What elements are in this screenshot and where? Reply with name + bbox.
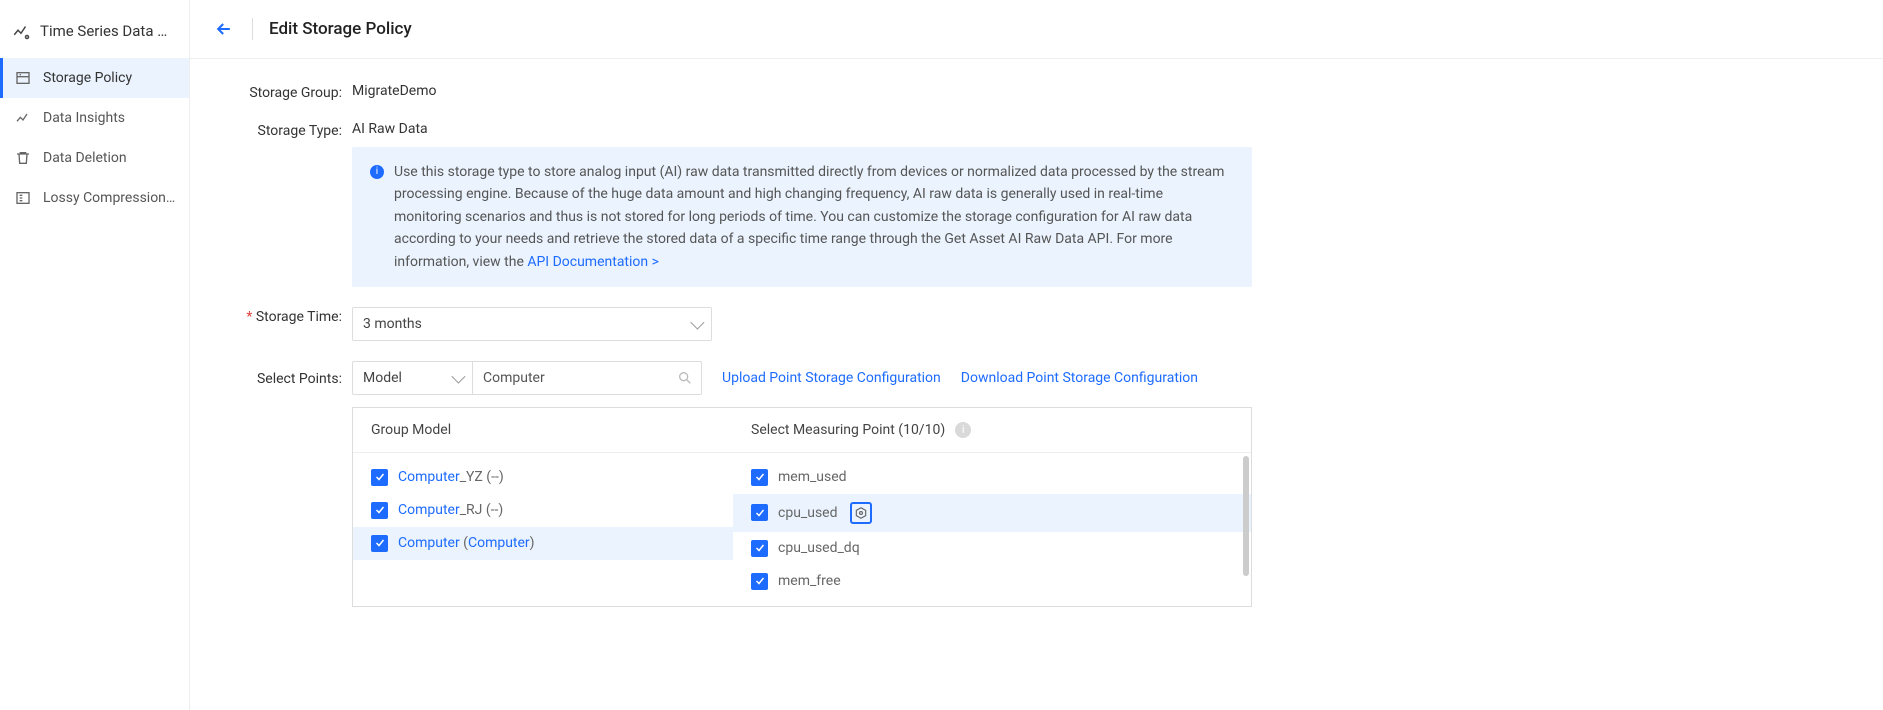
info-circle-icon[interactable]: i (955, 422, 971, 438)
checkbox[interactable] (751, 504, 768, 521)
search-icon (677, 370, 693, 386)
sidebar-title-text: Time Series Data … (40, 22, 167, 40)
label-storage-time: Storage Time: (222, 307, 342, 325)
sidebar-item-lossy-compression[interactable]: Lossy Compression… (0, 178, 189, 218)
point-label: cpu_used (778, 505, 838, 521)
model-list: Computer_YZ (--) Computer_RJ (--) Comput… (353, 453, 733, 606)
value-storage-group: MigrateDemo (352, 83, 1851, 99)
model-row[interactable]: Computer_RJ (--) (353, 494, 733, 527)
scrollbar[interactable] (1243, 456, 1249, 576)
info-text: Use this storage type to store analog in… (394, 164, 1224, 270)
header-group-model: Group Model (353, 408, 733, 452)
model-search-input[interactable]: Computer (472, 361, 702, 395)
sidebar-title: Time Series Data … (0, 16, 189, 58)
label-spacer (222, 147, 342, 149)
header-measuring-point: Select Measuring Point (10/10) i (733, 408, 1251, 452)
checkbox[interactable] (371, 502, 388, 519)
storage-time-select[interactable]: 3 months (352, 307, 712, 341)
model-label: Computer_YZ (--) (398, 469, 504, 485)
topbar: Edit Storage Policy (190, 0, 1883, 59)
gear-badge[interactable] (850, 502, 872, 524)
points-container: Group Model Select Measuring Point (10/1… (352, 407, 1252, 607)
storage-time-value: 3 months (363, 316, 422, 332)
sidebar-item-label: Storage Policy (43, 70, 132, 86)
model-label: Computer_RJ (--) (398, 502, 503, 518)
model-row[interactable]: Computer_YZ (--) (353, 461, 733, 494)
chevron-down-icon (690, 315, 704, 329)
sidebar-item-data-insights[interactable]: Data Insights (0, 98, 189, 138)
sidebar-item-label: Lossy Compression… (43, 190, 175, 206)
back-button[interactable] (214, 19, 234, 39)
model-label: Computer (Computer) (398, 535, 535, 551)
divider (252, 18, 253, 40)
value-storage-type: AI Raw Data (352, 121, 1851, 137)
info-text-wrap: Use this storage type to store analog in… (394, 161, 1234, 273)
page-title: Edit Storage Policy (269, 19, 412, 39)
point-row[interactable]: mem_free (733, 565, 1251, 598)
header-measuring-point-text: Select Measuring Point (10/10) (751, 422, 945, 438)
upload-config-link[interactable]: Upload Point Storage Configuration (722, 370, 941, 386)
sidebar: Time Series Data … Storage Policy Data I… (0, 0, 190, 710)
points-header: Group Model Select Measuring Point (10/1… (353, 408, 1251, 453)
compression-icon (15, 190, 31, 206)
model-select-value: Model (363, 370, 402, 386)
main: Edit Storage Policy Storage Group: Migra… (190, 0, 1883, 710)
content: Storage Group: MigrateDemo Storage Type:… (190, 59, 1883, 647)
label-select-points: Select Points: (222, 369, 342, 387)
api-docs-link[interactable]: API Documentation > (527, 254, 659, 270)
sidebar-item-storage-policy[interactable]: Storage Policy (0, 58, 189, 98)
sidebar-item-label: Data Insights (43, 110, 125, 126)
checkbox[interactable] (751, 573, 768, 590)
row-select-points: Select Points: Model Computer Upload Poi… (222, 361, 1851, 395)
row-info: i Use this storage type to store analog … (222, 147, 1851, 287)
row-storage-type: Storage Type: AI Raw Data (222, 121, 1851, 139)
deletion-icon (15, 150, 31, 166)
timeseries-icon (12, 22, 30, 40)
checkbox[interactable] (371, 535, 388, 552)
checkbox[interactable] (751, 540, 768, 557)
info-icon: i (370, 165, 384, 179)
point-row-hover[interactable]: cpu_used (733, 494, 1251, 532)
info-box: i Use this storage type to store analog … (352, 147, 1252, 287)
download-config-link[interactable]: Download Point Storage Configuration (961, 370, 1198, 386)
points-body: Computer_YZ (--) Computer_RJ (--) Comput… (353, 453, 1251, 606)
checkbox[interactable] (371, 469, 388, 486)
checkbox[interactable] (751, 469, 768, 486)
row-storage-time: Storage Time: 3 months (222, 307, 1851, 341)
sidebar-item-data-deletion[interactable]: Data Deletion (0, 138, 189, 178)
point-label: mem_used (778, 469, 847, 485)
points-list: mem_used cpu_used cpu_used_dq (733, 453, 1251, 606)
row-storage-group: Storage Group: MigrateDemo (222, 83, 1851, 101)
storage-icon (15, 70, 31, 86)
point-label: cpu_used_dq (778, 540, 860, 556)
model-row-selected[interactable]: Computer (Computer) (353, 527, 733, 560)
search-input-text: Computer (483, 370, 545, 386)
model-select[interactable]: Model (352, 361, 472, 395)
point-row[interactable]: cpu_used_dq (733, 532, 1251, 565)
point-row[interactable]: mem_used (733, 461, 1251, 494)
chevron-down-icon (451, 369, 465, 383)
insights-icon (15, 110, 31, 126)
sidebar-item-label: Data Deletion (43, 150, 127, 166)
label-storage-type: Storage Type: (222, 121, 342, 139)
label-storage-group: Storage Group: (222, 83, 342, 101)
point-label: mem_free (778, 573, 841, 589)
